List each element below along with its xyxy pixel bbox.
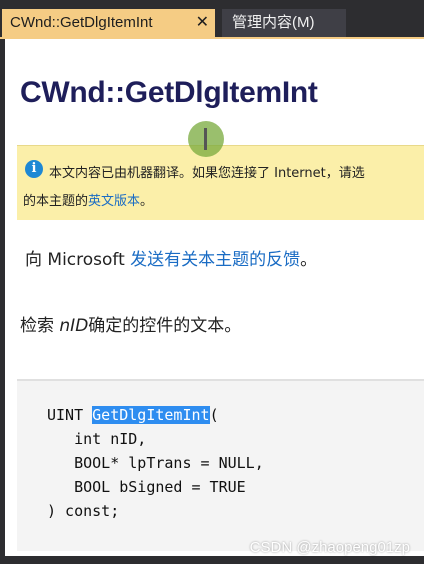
tab-bar: CWnd::GetDlgItemInt ✕ 管理内容(M) xyxy=(0,0,424,37)
feedback-line: 向 Microsoft 发送有关本主题的反馈。 xyxy=(25,245,317,270)
notice-suffix: 。 xyxy=(140,194,154,209)
description-suffix: 确定的控件的文本。 xyxy=(88,316,242,336)
mouse-cursor-icon xyxy=(188,121,224,157)
notice-text: 本文内容已由机器翻译。如果您连接了 Internet，请选 xyxy=(49,166,365,181)
code-return-type: UINT xyxy=(47,406,93,424)
code-param-line: BOOL* lpTrans = NULL, xyxy=(47,454,264,472)
machine-translation-notice: i 本文内容已由机器翻译。如果您连接了 Internet，请选 的本主题的英文版… xyxy=(17,145,424,220)
send-feedback-link[interactable]: 发送有关本主题的反馈 xyxy=(130,250,300,270)
english-version-link[interactable]: 英文版本 xyxy=(88,194,140,209)
info-icon: i xyxy=(25,160,43,178)
notice-prefix: 的本主题的 xyxy=(23,194,89,209)
notice-text-line2: 的本主题的英文版本。 xyxy=(23,190,153,209)
code-param-line: int nID, xyxy=(47,430,147,448)
tab-getdlgitemint[interactable]: CWnd::GetDlgItemInt ✕ xyxy=(2,9,215,37)
syntax-code-block: UINT GetDlgItemInt( int nID, BOOL* lpTra… xyxy=(17,379,424,551)
description-prefix: 检索 xyxy=(20,316,60,336)
page-title: CWnd::GetDlgItemInt xyxy=(20,76,318,109)
code-text[interactable]: UINT GetDlgItemInt( int nID, BOOL* lpTra… xyxy=(47,403,264,523)
code-param-line: BOOL bSigned = TRUE xyxy=(47,478,246,496)
tab-label: 管理内容(M) xyxy=(232,14,315,31)
tab-label: CWnd::GetDlgItemInt xyxy=(10,14,153,31)
code-open-paren: ( xyxy=(209,406,219,424)
tab-manage-content[interactable]: 管理内容(M) xyxy=(222,9,346,37)
param-name: nID xyxy=(59,316,89,336)
document-content: CWnd::GetDlgItemInt i 本文内容已由机器翻译。如果您连接了 … xyxy=(5,39,424,564)
csdn-watermark: CSDN @zhaopeng01zp xyxy=(249,539,410,556)
help-viewer-window: CWnd::GetDlgItemInt ✕ 管理内容(M) CWnd::GetD… xyxy=(0,0,424,564)
feedback-prefix: 向 Microsoft xyxy=(25,250,131,270)
code-close-line: ) const; xyxy=(47,502,120,520)
function-description: 检索 nID确定的控件的文本。 xyxy=(20,311,241,336)
close-tab-icon[interactable]: ✕ xyxy=(196,9,209,37)
bottom-border xyxy=(0,556,424,564)
selected-function-name: GetDlgItemInt xyxy=(92,406,210,424)
feedback-suffix: 。 xyxy=(300,250,318,270)
